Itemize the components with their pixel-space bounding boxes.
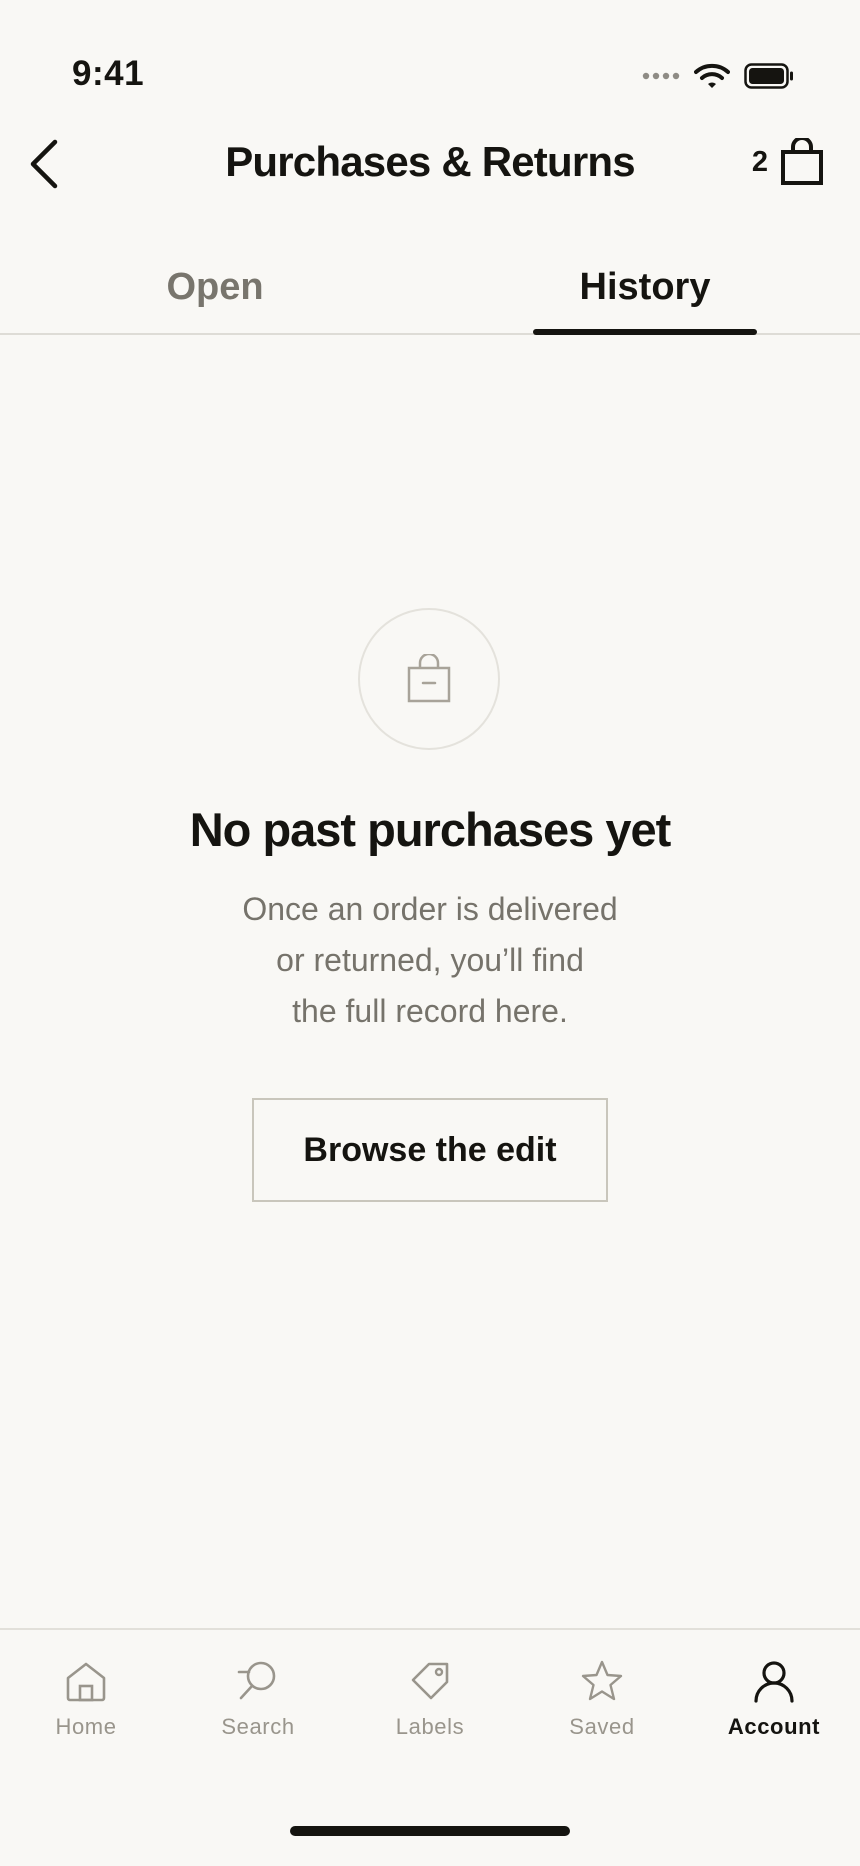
nav-item-labels[interactable]: Labels	[344, 1630, 516, 1760]
tab-open[interactable]: Open	[0, 252, 430, 333]
status-time: 9:41	[72, 54, 145, 93]
shopping-bag-icon	[407, 654, 451, 703]
battery-icon	[744, 63, 793, 89]
empty-state-message-line: or returned, you’ll find	[276, 942, 584, 978]
empty-state-title: No past purchases yet	[189, 803, 672, 856]
star-icon	[581, 1660, 623, 1701]
segment-tabs: Open History	[0, 252, 860, 335]
tab-open-label: Open	[166, 266, 264, 308]
tab-history[interactable]: History	[430, 252, 860, 335]
nav-label-saved: Saved	[569, 1714, 635, 1739]
empty-state-message-line: the full record here.	[292, 993, 568, 1029]
cart-count-badge: 2	[751, 145, 768, 178]
page-title: Purchases & Returns	[225, 138, 635, 185]
empty-state-message: Once an order is delivered or returned, …	[180, 884, 680, 1037]
account-icon	[754, 1661, 794, 1703]
nav-item-account[interactable]: Account	[688, 1630, 860, 1760]
active-tab-indicator	[533, 329, 757, 335]
status-bar: 9:41	[0, 0, 860, 150]
empty-state-icon-circle	[358, 608, 500, 750]
nav-label-home: Home	[55, 1714, 117, 1739]
wifi-icon	[694, 63, 730, 88]
nav-item-saved[interactable]: Saved	[516, 1630, 688, 1760]
home-indicator	[290, 1826, 570, 1836]
status-icons	[642, 62, 794, 90]
empty-state-message-line: Once an order is delivered	[242, 891, 618, 927]
search-icon	[237, 1661, 276, 1700]
tag-icon	[411, 1662, 449, 1700]
shopping-bag-icon	[781, 138, 823, 185]
nav-label-search: Search	[221, 1714, 295, 1739]
browse-the-edit-button[interactable]: Browse the edit	[252, 1098, 608, 1202]
tab-history-label: History	[579, 266, 711, 308]
nav-label-account: Account	[727, 1714, 821, 1739]
signal-icon	[642, 72, 680, 80]
home-icon	[66, 1662, 106, 1702]
nav-label-labels: Labels	[395, 1714, 465, 1739]
nav-item-home[interactable]: Home	[0, 1630, 172, 1760]
nav-item-search[interactable]: Search	[172, 1630, 344, 1760]
cart-button[interactable]: 2	[752, 138, 824, 186]
